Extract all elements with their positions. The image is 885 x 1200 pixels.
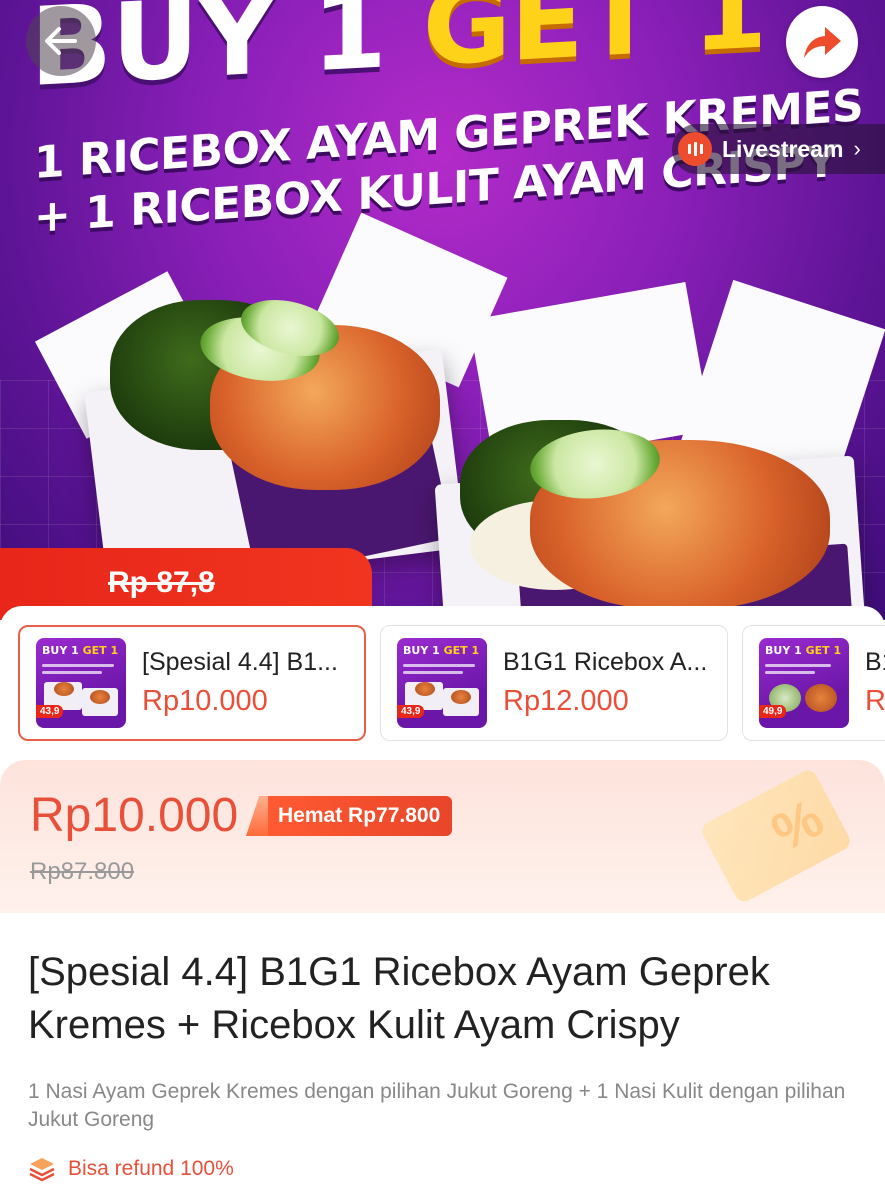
- back-button[interactable]: [26, 6, 96, 76]
- variant-name: B1: [865, 648, 885, 676]
- chevron-right-icon: ›: [853, 136, 861, 161]
- variant-price: Rp10.000: [142, 685, 268, 717]
- product-description: 1 Nasi Ayam Geprek Kremes dengan pilihan…: [28, 1080, 846, 1131]
- share-icon: [804, 27, 841, 58]
- variant-option-3[interactable]: BUY 1 GET 1 49,9 B1 Rp: [742, 625, 885, 741]
- variant-price: Rp: [865, 685, 885, 717]
- back-arrow-icon: [45, 27, 77, 55]
- variant-price: Rp12.000: [503, 685, 629, 717]
- share-button[interactable]: [786, 6, 858, 78]
- variant-thumbnail: BUY 1 GET 1 49,9: [759, 638, 849, 728]
- refund-label: Bisa refund 100%: [68, 1157, 234, 1180]
- hero-strike-price: Rp 87,8: [108, 566, 215, 599]
- product-hero-image[interactable]: BUY 1 GET 1 1 RICEBOX AYAM GEPREK KREMES…: [0, 0, 885, 620]
- savings-text: Hemat Rp77.800: [268, 796, 453, 836]
- variant-thumbnail: BUY 1 GET 1 43,9: [397, 638, 487, 728]
- hero-headline-get: GET 1: [422, 0, 767, 91]
- current-price: Rp10.000: [30, 789, 239, 842]
- product-title: [Spesial 4.4] B1G1 Ricebox Ayam Geprek K…: [28, 950, 770, 1047]
- livestream-icon: [678, 132, 712, 166]
- variant-selector: BUY 1 GET 1 43,9 [Spesial 4.4] B1... Rp1…: [0, 606, 885, 756]
- livestream-label: Livestream: [722, 135, 844, 162]
- variant-name: [Spesial 4.4] B1...: [142, 648, 338, 676]
- original-price: Rp87.800: [30, 858, 135, 885]
- livestream-button[interactable]: Livestream ›: [672, 124, 885, 174]
- refund-layers-icon: [29, 1158, 55, 1182]
- savings-badge: Hemat Rp77.800: [246, 796, 453, 836]
- variant-option-2[interactable]: BUY 1 GET 1 43,9 B1G1 Ricebox A... Rp12.…: [380, 625, 728, 741]
- variant-option-1[interactable]: BUY 1 GET 1 43,9 [Spesial 4.4] B1... Rp1…: [18, 625, 366, 741]
- variant-thumbnail: BUY 1 GET 1 43,9: [36, 638, 126, 728]
- refund-info[interactable]: Bisa refund 100%: [28, 1155, 234, 1183]
- variant-name: B1G1 Ricebox A...: [503, 648, 708, 676]
